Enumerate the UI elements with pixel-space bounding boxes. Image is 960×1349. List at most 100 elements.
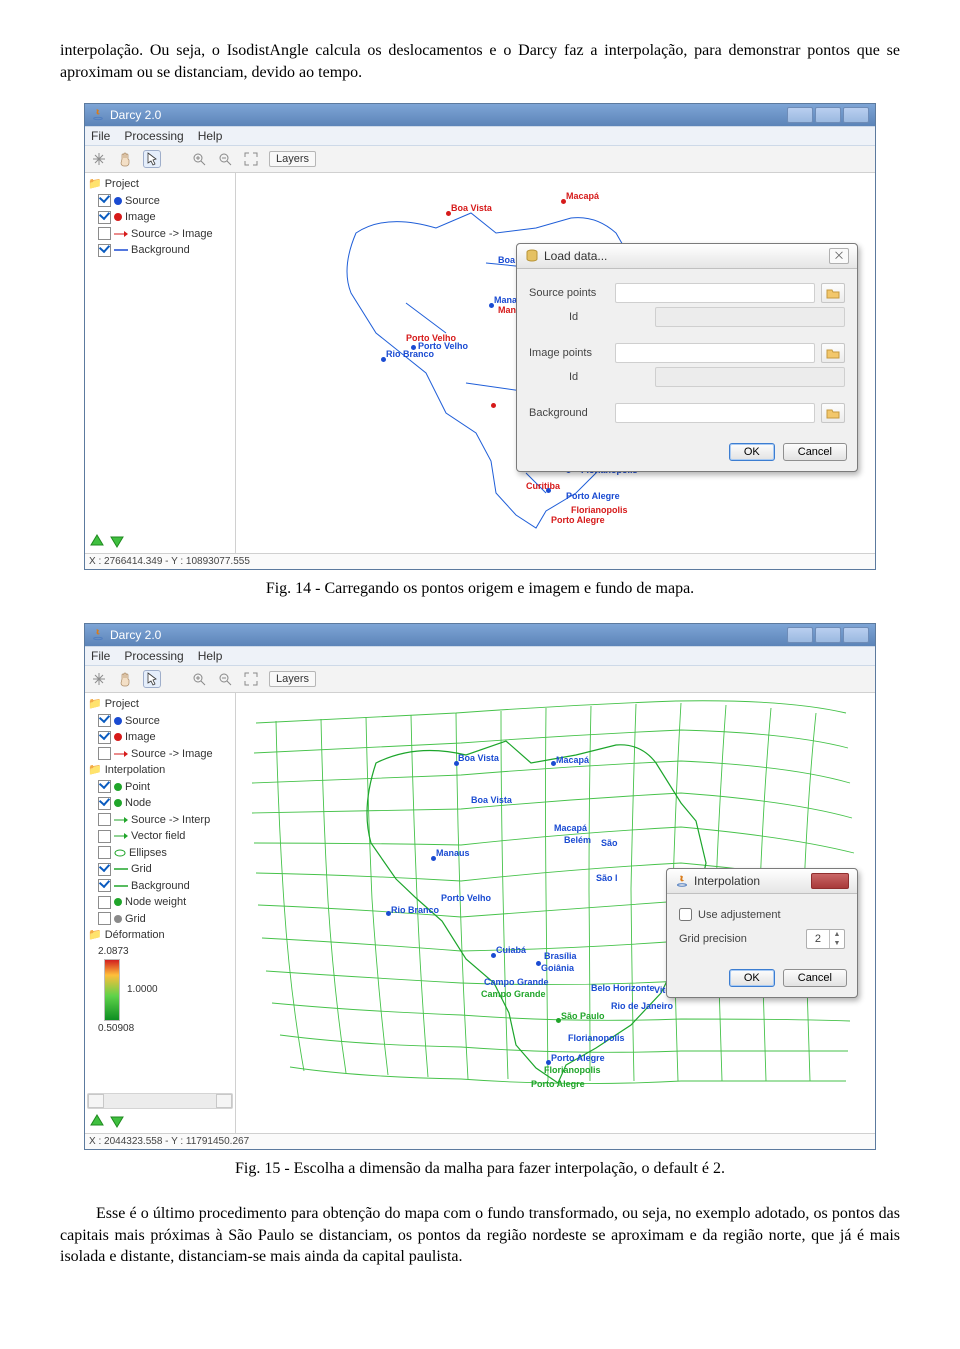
pan-icon[interactable] [91,151,107,167]
minimize-button[interactable] [787,627,813,643]
browse-button[interactable] [821,403,845,423]
tree-item[interactable]: Node [125,795,151,812]
zoom-out-icon[interactable] [217,151,233,167]
screenshot-14: Darcy 2.0 File Processing Help Layers [84,103,876,570]
checkbox[interactable] [98,830,111,843]
checkbox[interactable] [98,780,111,793]
layers-button[interactable]: Layers [269,151,316,167]
tree-item[interactable]: Source -> Image [131,226,213,243]
checkbox[interactable] [98,714,111,727]
arrow-up-icon[interactable] [89,1113,105,1129]
input-image-points[interactable] [615,343,815,363]
tree-item[interactable]: Source -> Interp [131,812,210,829]
tree-item[interactable]: Image [125,209,156,226]
checkbox-image[interactable] [98,211,111,224]
browse-button[interactable] [821,283,845,303]
tree-item[interactable]: Background [131,242,190,259]
zoom-in-icon[interactable] [191,671,207,687]
input-background[interactable] [615,403,815,423]
zoom-in-icon[interactable] [191,151,207,167]
paragraph-1: interpolação. Ou seja, o IsodistAngle ca… [60,40,900,83]
java-icon [91,628,105,642]
checkbox[interactable] [98,731,111,744]
status-bar: X : 2044323.558 - Y : 11791450.267 [85,1133,875,1149]
menu-help[interactable]: Help [198,129,223,143]
label-macapa: Macapá [566,191,599,201]
menu-processing[interactable]: Processing [124,649,183,663]
tree-item[interactable]: Source -> Image [131,746,213,763]
checkbox[interactable] [98,879,111,892]
dialog-close-button[interactable] [811,873,849,889]
maximize-button[interactable] [815,107,841,123]
fit-icon[interactable] [243,151,259,167]
checkbox[interactable] [98,846,111,859]
checkbox-src-img[interactable] [98,227,111,240]
tree-item[interactable]: Background [131,878,190,895]
toolbar: Layers [85,666,875,693]
checkbox-use-adjustment[interactable] [679,908,692,921]
label-source-points: Source points [529,287,609,299]
menu-bar: File Processing Help [85,646,875,666]
tree-item[interactable]: Grid [125,911,146,928]
input-id[interactable] [655,307,845,327]
pan-icon[interactable] [91,671,107,687]
arrow-down-icon[interactable] [109,533,125,549]
checkbox[interactable] [98,747,111,760]
fit-icon[interactable] [243,671,259,687]
menu-processing[interactable]: Processing [124,129,183,143]
cancel-button[interactable]: Cancel [783,969,847,987]
tree-item[interactable]: Point [125,779,150,796]
label-mana: Mana [494,295,517,305]
label: Manaus [436,848,470,858]
checkbox-source[interactable] [98,194,111,207]
zoom-out-icon[interactable] [217,671,233,687]
ok-button[interactable]: OK [729,443,775,461]
hand-icon[interactable] [117,671,133,687]
tree-item[interactable]: Vector field [131,828,185,845]
window-titlebar: Darcy 2.0 [85,104,875,126]
close-button[interactable] [843,107,869,123]
input-id[interactable] [655,367,845,387]
ok-button[interactable]: OK [729,969,775,987]
checkbox[interactable] [98,813,111,826]
tree-item[interactable]: Grid [131,861,152,878]
cancel-button[interactable]: Cancel [783,443,847,461]
menu-file[interactable]: File [91,129,110,143]
label: São Paulo [561,1011,605,1021]
map-canvas-2[interactable]: Boa Vista Macapá Boa Vista Macapá Belém … [236,693,875,1133]
maximize-button[interactable] [815,627,841,643]
tree-item[interactable]: Image [125,729,156,746]
hand-icon[interactable] [117,151,133,167]
menu-file[interactable]: File [91,649,110,663]
pointer-icon[interactable] [143,150,161,168]
arrow-icon [114,832,128,840]
tree-item[interactable]: Source [125,713,160,730]
interpolation-dialog: Interpolation Use adjustement Grid preci… [666,868,858,998]
window-buttons [787,627,869,643]
checkbox[interactable] [98,797,111,810]
checkbox[interactable] [98,863,111,876]
checkbox[interactable] [98,912,111,925]
spinner-grid-precision[interactable]: 2▲▼ [806,929,845,949]
layers-button[interactable]: Layers [269,671,316,687]
close-button[interactable] [843,627,869,643]
map-canvas-1[interactable]: Boa Vista Macapá Boa Vi Mana Man Porto V… [236,173,875,553]
pointer-icon[interactable] [143,670,161,688]
menu-help[interactable]: Help [198,649,223,663]
spinner-down[interactable]: ▼ [830,939,844,948]
input-source-points[interactable] [615,283,815,303]
tree-item[interactable]: Ellipses [129,845,167,862]
tree-item[interactable]: Source [125,193,160,210]
arrow-down-icon[interactable] [109,1113,125,1129]
minimize-button[interactable] [787,107,813,123]
arrow-icon [114,816,128,824]
checkbox[interactable] [98,896,111,909]
browse-button[interactable] [821,343,845,363]
arrow-up-icon[interactable] [89,533,105,549]
horizontal-scrollbar[interactable] [87,1093,233,1109]
dialog-sys-icon[interactable]: ⨉ [829,248,849,264]
spinner-up[interactable]: ▲ [830,930,844,939]
checkbox-bg[interactable] [98,244,111,257]
tree-item[interactable]: Node weight [125,894,186,911]
label: Belo Horizonte [591,983,655,993]
